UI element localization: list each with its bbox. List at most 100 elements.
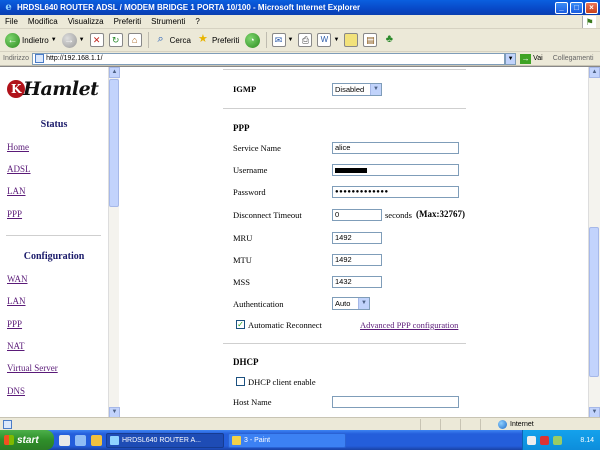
disconnect-timeout-label: Disconnect Timeout [233,210,302,220]
refresh-button[interactable]: ↻ [107,31,125,50]
menu-preferiti[interactable]: Preferiti [109,17,147,26]
search-icon: ⌕ [157,33,164,45]
username-input[interactable] [332,164,459,176]
go-button[interactable]: → Vai [520,53,543,64]
status-divider [420,418,421,430]
configuration-heading: Configuration [23,251,85,262]
quick-launch-desktop-icon[interactable] [75,434,86,446]
menu-strumenti[interactable]: Strumenti [146,17,190,26]
nav-link-ppp-config[interactable]: PPP [7,319,22,329]
messenger-button[interactable]: ♣ [380,31,398,50]
tray-network-icon[interactable] [527,435,536,445]
nav-link-dns[interactable]: DNS [7,386,25,396]
close-button[interactable]: × [585,1,598,14]
task-ie-label: HRDSL640 ROUTER A... [122,436,201,444]
nav-link-adsl[interactable]: ADSL [7,164,31,174]
quick-launch-folder-icon[interactable] [91,434,102,446]
tray-security-icon[interactable] [540,435,549,445]
igmp-select[interactable]: Disabled ▼ [332,83,382,96]
menu-modifica[interactable]: Modifica [23,17,63,26]
nav-link-lan-status[interactable]: LAN [7,186,26,196]
scroll-up-icon[interactable]: ▲ [109,67,120,78]
forward-button[interactable]: → ▼ [60,31,87,50]
tray-volume-icon[interactable] [553,435,562,445]
links-button[interactable]: Collegamenti [553,55,594,62]
hamlet-logo-text: Hamlet [23,78,99,100]
paint-icon [232,435,241,445]
nav-link-nat[interactable]: NAT [7,341,25,351]
menu-bar: File Modifica Visualizza Preferiti Strum… [0,15,600,29]
host-name-input[interactable] [332,396,459,408]
section-divider [223,69,466,70]
stop-button[interactable]: ✕ [88,31,106,50]
nav-frame: K Hamlet Status Home ADSL LAN PPP Config… [0,67,108,418]
dhcp-client-label: DHCP client enable [248,377,316,387]
address-input[interactable]: http://192.168.1.1/ [32,52,506,65]
mss-input[interactable]: 1432 [332,276,382,288]
mail-button[interactable]: ✉ ▼ [270,31,296,50]
task-paint-window[interactable]: 3 - Paint [228,432,346,448]
back-label: Indietro [22,35,49,45]
print-button[interactable]: ⎙ [296,31,314,50]
research-button[interactable]: ▤ [361,31,379,50]
discuss-button[interactable] [342,31,360,50]
system-tray: 8.14 [522,430,600,450]
chevron-down-icon: ▼ [370,84,381,95]
main-scrollbar[interactable]: ▲ ▼ [588,67,600,418]
edit-button[interactable]: W ▼ [315,31,341,50]
back-button[interactable]: ← Indietro ▼ [3,31,59,50]
task-paint-label: 3 - Paint [244,436,271,444]
nav-link-lan-config[interactable]: LAN [7,296,26,306]
mtu-input[interactable]: 1492 [332,254,382,266]
nav-link-ppp-status[interactable]: PPP [7,209,22,219]
section-divider [223,108,466,109]
history-button[interactable]: ◔ [243,31,262,50]
service-name-input[interactable]: alice [332,142,459,154]
mru-input[interactable]: 1492 [332,232,382,244]
menu-file[interactable]: File [0,17,23,26]
host-name-label: Host Name [233,397,272,407]
window-titlebar: e HRDSL640 ROUTER ADSL / MODEM BRIDGE 1 … [0,0,600,15]
advanced-ppp-link[interactable]: Advanced PPP configuration [360,320,458,330]
minimize-button[interactable]: _ [555,1,568,14]
automatic-reconnect-checkbox[interactable]: ✓ [236,320,245,329]
clock[interactable]: 8.14 [580,437,594,444]
address-url[interactable]: http://192.168.1.1/ [46,55,102,62]
status-divider [480,418,481,430]
search-button[interactable]: ⌕ Cerca [152,31,193,50]
nav-link-home[interactable]: Home [7,142,29,152]
chevron-down-icon[interactable]: ▼ [288,37,294,43]
favorites-button[interactable]: ★ Preferiti [194,31,242,50]
status-heading: Status [40,119,68,130]
chevron-down-icon[interactable]: ▼ [79,37,85,43]
main-scroll-thumb[interactable] [589,227,599,377]
maximize-button[interactable]: □ [570,1,583,14]
nav-scrollbar[interactable]: ▲ ▼ [108,67,120,418]
browser-content: K Hamlet Status Home ADSL LAN PPP Config… [0,66,600,418]
address-dropdown[interactable]: ▼ [505,52,517,65]
status-divider [460,418,461,430]
mru-label: MRU [233,233,253,243]
quick-launch-ie-icon[interactable] [59,434,70,446]
password-input[interactable]: ●●●●●●●●●●●●● [332,186,459,198]
automatic-reconnect-label: Automatic Reconnect [248,320,322,330]
scroll-up-icon[interactable]: ▲ [589,67,600,78]
disconnect-timeout-unit: seconds [385,210,412,220]
task-ie-window[interactable]: HRDSL640 ROUTER A... [106,432,224,448]
nav-link-virtual-server[interactable]: Virtual Server [7,363,58,373]
nav-link-wan[interactable]: WAN [7,274,28,284]
page-status-icon [3,419,12,429]
home-button[interactable]: ⌂ [126,31,144,50]
refresh-icon: ↻ [108,33,123,47]
menu-visualizza[interactable]: Visualizza [63,17,109,26]
mtu-label: MTU [233,255,252,265]
nav-scroll-thumb[interactable] [109,79,119,207]
start-button[interactable]: start [0,430,54,450]
menu-help[interactable]: ? [190,17,204,26]
authentication-select[interactable]: Auto ▼ [332,297,370,310]
dhcp-client-checkbox[interactable] [236,377,245,386]
chevron-down-icon[interactable]: ▼ [51,37,57,43]
chevron-down-icon[interactable]: ▼ [333,37,339,43]
disconnect-timeout-input[interactable]: 0 [332,209,382,221]
username-label: Username [233,165,268,175]
